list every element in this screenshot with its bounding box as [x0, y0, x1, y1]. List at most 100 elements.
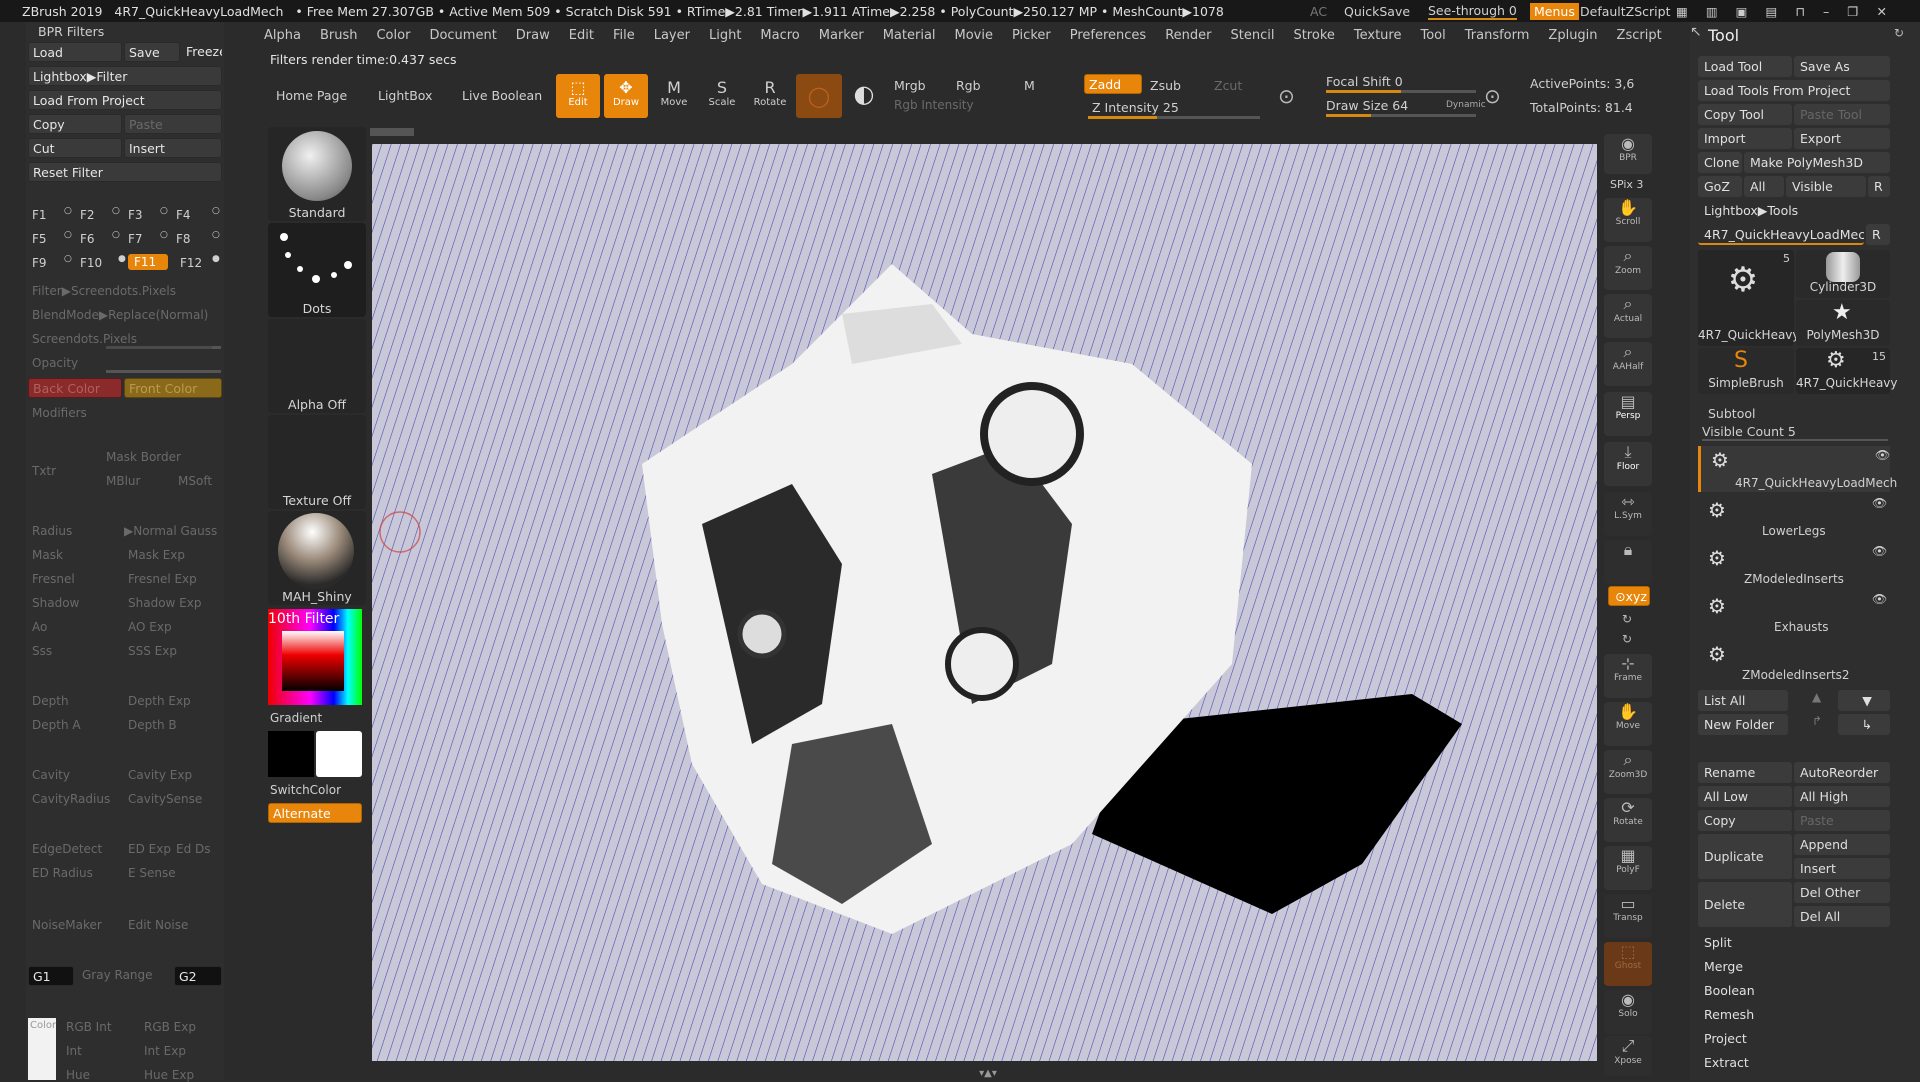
- save-as-button[interactable]: Save As: [1794, 56, 1890, 77]
- fresnel-slider[interactable]: Fresnel: [32, 572, 75, 586]
- see-through-slider[interactable]: See-through 0: [1428, 3, 1517, 20]
- load-tool-button[interactable]: Load Tool: [1698, 56, 1792, 77]
- load-from-project-button[interactable]: Load From Project: [28, 90, 222, 110]
- export-button[interactable]: Export: [1794, 128, 1890, 149]
- int-exp-slider[interactable]: Int Exp: [144, 1044, 186, 1058]
- menu-preferences[interactable]: Preferences: [1070, 28, 1146, 43]
- persp-button[interactable]: ▤ Persp: [1604, 392, 1652, 436]
- filter-slot-f12[interactable]: F12: [180, 256, 202, 270]
- move-up-icon[interactable]: ▲: [1812, 690, 1821, 704]
- texture-slot[interactable]: Texture Off: [268, 415, 366, 509]
- g2-swatch[interactable]: G2: [174, 966, 222, 986]
- lock-icon[interactable]: ⊓: [1795, 4, 1805, 19]
- depth-slider[interactable]: Depth: [32, 694, 69, 708]
- msoft-slider[interactable]: MSoft: [178, 474, 212, 488]
- filter-slot-f5[interactable]: F5: [32, 232, 47, 246]
- append-button[interactable]: Append: [1794, 834, 1890, 855]
- rotate-z-icon[interactable]: ↻: [1622, 632, 1632, 646]
- goz-visible-button[interactable]: Visible: [1786, 176, 1866, 197]
- tool-panel-pin-icon[interactable]: ↖: [1690, 24, 1702, 40]
- filter-toggle-icon[interactable]: ○: [160, 206, 168, 216]
- focal-shift-track[interactable]: [1326, 90, 1476, 93]
- menu-document[interactable]: Document: [429, 28, 496, 43]
- color-square[interactable]: [282, 631, 344, 691]
- list-all-button[interactable]: List All: [1698, 690, 1788, 711]
- goz-all-button[interactable]: All: [1744, 176, 1784, 197]
- edit-mode-button[interactable]: ⬚ Edit: [556, 74, 600, 118]
- tool-thumb-cylinder[interactable]: Cylinder3D: [1796, 250, 1890, 298]
- int-slider[interactable]: Int: [66, 1044, 82, 1058]
- menu-render[interactable]: Render: [1165, 28, 1211, 43]
- filter-toggle-icon[interactable]: ●: [212, 254, 220, 264]
- scroll-button[interactable]: ✋ Scroll: [1604, 198, 1652, 242]
- ghost-button[interactable]: ⬚ Ghost: [1604, 942, 1652, 986]
- filter-type[interactable]: Filter▶Screendots.Pixels: [32, 284, 176, 298]
- e-sense-slider[interactable]: E Sense: [128, 866, 176, 880]
- filter-toggle-icon[interactable]: ○: [64, 206, 72, 216]
- scale-mode-button[interactable]: S Scale: [700, 74, 744, 118]
- filter-slot-f1[interactable]: F1: [32, 208, 47, 222]
- filter-slot-f9[interactable]: F9: [32, 256, 47, 270]
- lightbox-tools-button[interactable]: Lightbox▶Tools: [1698, 200, 1890, 221]
- depth-b-slider[interactable]: Depth B: [128, 718, 177, 732]
- material-slot[interactable]: MAH_Shiny: [268, 511, 366, 605]
- delete-button[interactable]: Delete: [1698, 882, 1792, 927]
- filter-slot-f4[interactable]: F4: [176, 208, 191, 222]
- visible-count-slider[interactable]: Visible Count 5: [1702, 424, 1888, 441]
- gradient-button[interactable]: Gradient: [270, 711, 322, 725]
- menu-macro[interactable]: Macro: [760, 28, 799, 43]
- copy-tool-button[interactable]: Copy Tool: [1698, 104, 1792, 125]
- color-swatch[interactable]: Color: [28, 1018, 56, 1080]
- sss-slider[interactable]: Sss: [32, 644, 52, 658]
- mask-exp-slider[interactable]: Mask Exp: [128, 548, 185, 562]
- floor-button[interactable]: ⤓ Floor: [1604, 442, 1652, 486]
- insert-subtool-button[interactable]: Insert: [1794, 858, 1890, 879]
- solo-button[interactable]: ◉ Solo: [1604, 990, 1652, 1034]
- menu-edit[interactable]: Edit: [569, 28, 594, 43]
- tool-thumb-simplebrush[interactable]: S SimpleBrush: [1698, 348, 1794, 394]
- zadd-button[interactable]: Zadd: [1084, 74, 1142, 94]
- paste-tool-button[interactable]: Paste Tool: [1794, 104, 1890, 125]
- split-menu[interactable]: Split: [1698, 932, 1890, 953]
- duplicate-button[interactable]: Duplicate: [1698, 834, 1792, 879]
- clone-button[interactable]: Clone: [1698, 152, 1742, 173]
- blend-mode[interactable]: BlendMode▶Replace(Normal): [32, 308, 208, 322]
- shadow-slider[interactable]: Shadow: [32, 596, 79, 610]
- filter-toggle-icon[interactable]: ●: [118, 254, 126, 264]
- z-intensity-track[interactable]: [1088, 116, 1260, 119]
- menus-button[interactable]: Menus: [1530, 2, 1579, 20]
- menu-light[interactable]: Light: [709, 28, 741, 43]
- zsub-button[interactable]: Zsub: [1150, 78, 1181, 93]
- folder-down-icon[interactable]: ↳: [1838, 714, 1890, 735]
- move-down-icon[interactable]: ▼: [1838, 690, 1890, 711]
- all-low-button[interactable]: All Low: [1698, 786, 1792, 807]
- eye-icon[interactable]: 👁︎: [1872, 544, 1887, 558]
- reset-filter-button[interactable]: Reset Filter: [28, 162, 222, 182]
- dynamic-toggle[interactable]: Dynamic: [1446, 100, 1486, 110]
- menu-file[interactable]: File: [613, 28, 635, 43]
- filter-toggle-icon[interactable]: ○: [212, 230, 220, 240]
- menu-texture[interactable]: Texture: [1354, 28, 1402, 43]
- menu-color[interactable]: Color: [376, 28, 410, 43]
- edit-noise-button[interactable]: Edit Noise: [128, 918, 188, 932]
- menu-brush[interactable]: Brush: [320, 28, 358, 43]
- menu-transform[interactable]: Transform: [1465, 28, 1530, 43]
- filter-toggle-icon[interactable]: ○: [160, 230, 168, 240]
- lightbox-button[interactable]: LightBox: [378, 88, 432, 103]
- copy-subtool-button[interactable]: Copy: [1698, 810, 1792, 831]
- menu-material[interactable]: Material: [883, 28, 936, 43]
- rename-button[interactable]: Rename: [1698, 762, 1792, 783]
- merge-menu[interactable]: Merge: [1698, 956, 1890, 977]
- spix-slider[interactable]: SPix 3: [1610, 178, 1643, 191]
- remesh-menu[interactable]: Remesh: [1698, 1004, 1890, 1025]
- lsym-button[interactable]: ⇿ L.Sym: [1604, 492, 1652, 536]
- xyz-button[interactable]: ⊙xyz: [1608, 586, 1650, 606]
- shadow-exp-slider[interactable]: Shadow Exp: [128, 596, 201, 610]
- extract-menu[interactable]: Extract: [1698, 1052, 1890, 1073]
- main-color-swatch[interactable]: [268, 731, 314, 777]
- filter-slot-f3[interactable]: F3: [128, 208, 143, 222]
- maximize-icon[interactable]: ❐: [1847, 4, 1858, 19]
- mask-border-label[interactable]: Mask Border: [106, 450, 181, 464]
- mrgb-button[interactable]: Mrgb: [894, 78, 926, 93]
- filter-toggle-icon[interactable]: ○: [212, 206, 220, 216]
